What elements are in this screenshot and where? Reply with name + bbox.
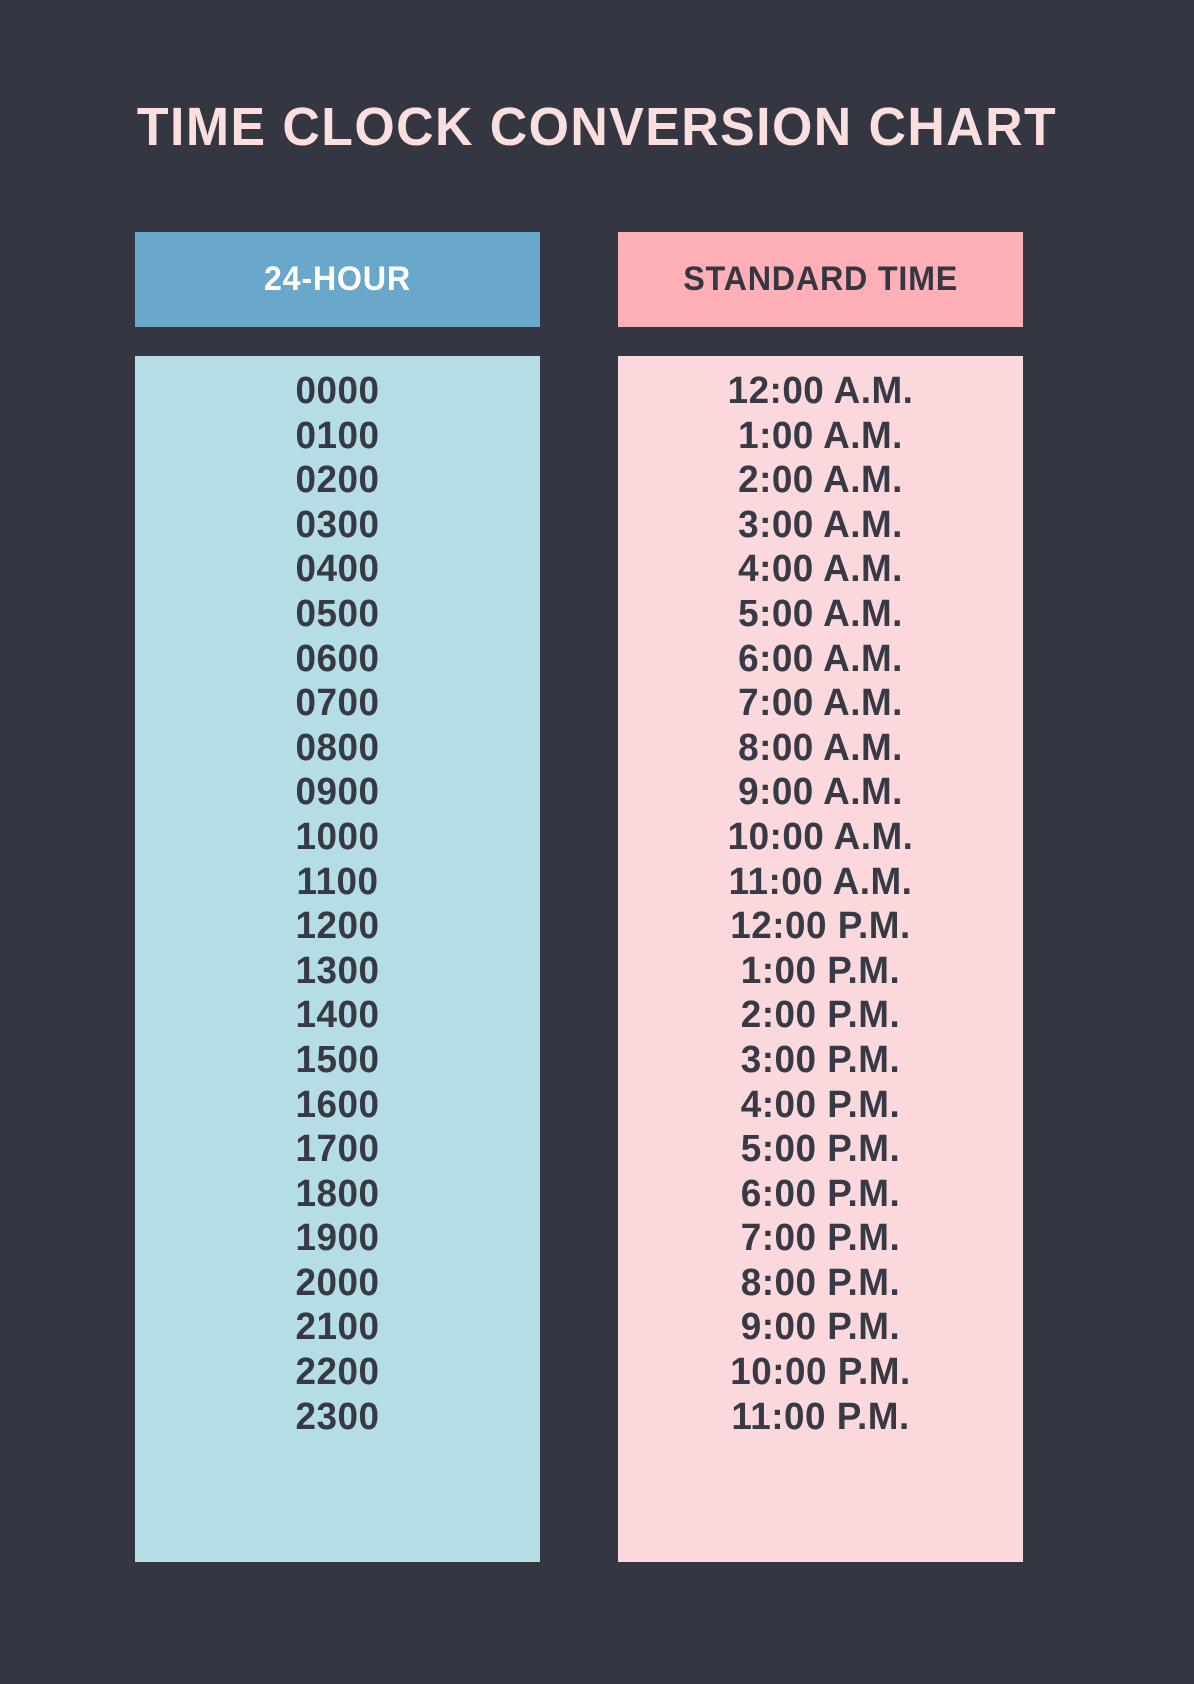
cell-standard-time: 5:00 P.M.: [740, 1128, 901, 1171]
cell-standard-time: 3:00 A.M.: [738, 503, 903, 546]
cell-24-hour: 0500: [295, 592, 380, 635]
cell-standard-time: 1:00 A.M.: [738, 414, 903, 457]
column-header-label-standard-time: STANDARD TIME: [683, 260, 958, 298]
cell-standard-time: 5:00 A.M.: [738, 592, 903, 635]
cell-standard-time: 4:00 P.M.: [740, 1083, 901, 1126]
cell-24-hour: 0900: [295, 771, 380, 814]
cell-24-hour: 0100: [295, 414, 380, 457]
cell-24-hour: 0600: [295, 637, 380, 680]
cell-24-hour: 1800: [295, 1172, 380, 1215]
cell-standard-time: 11:00 A.M.: [728, 860, 913, 903]
cell-standard-time: 8:00 P.M.: [740, 1261, 901, 1304]
page-title: TIME CLOCK CONVERSION CHART: [136, 97, 1058, 157]
cell-24-hour: 1600: [295, 1083, 380, 1126]
cell-standard-time: 9:00 P.M.: [740, 1306, 901, 1349]
cell-24-hour: 1900: [295, 1217, 380, 1260]
cell-24-hour: 1700: [295, 1128, 380, 1171]
cell-24-hour: 1200: [295, 905, 380, 948]
chart-page: TIME CLOCK CONVERSION CHART 24-HOUR 0000…: [0, 0, 1194, 1684]
cell-standard-time: 10:00 A.M.: [727, 815, 914, 858]
cell-24-hour: 1300: [295, 949, 380, 992]
column-header-label-24-hour: 24-HOUR: [263, 260, 412, 298]
cell-standard-time: 2:00 P.M.: [740, 994, 901, 1037]
cell-24-hour: 0400: [295, 548, 380, 591]
cell-24-hour: 2100: [295, 1306, 380, 1349]
cell-standard-time: 10:00 P.M.: [730, 1351, 911, 1394]
conversion-table: 24-HOUR 0000 0100 0200 0300 0400 0500 0600 0700…: [135, 232, 1023, 1562]
cell-24-hour: 0700: [295, 682, 380, 725]
cell-24-hour: 1100: [296, 860, 379, 903]
cell-standard-time: 9:00 A.M.: [738, 771, 903, 814]
cell-standard-time: 12:00 P.M.: [730, 905, 911, 948]
cell-24-hour: 1400: [295, 994, 380, 1037]
cell-24-hour: 0200: [295, 459, 380, 502]
cell-24-hour: 2000: [295, 1261, 380, 1304]
cell-24-hour: 0000: [295, 370, 380, 412]
cell-standard-time: 6:00 A.M.: [738, 637, 903, 680]
column-standard-time: STANDARD TIME 12:00 A.M. 1:00 A.M. 2:00 A.…: [618, 232, 1023, 1562]
column-body-standard-time: 12:00 A.M. 1:00 A.M. 2:00 A.M. 3:00 A.M. 4:0…: [618, 356, 1023, 1562]
cell-standard-time: 8:00 A.M.: [738, 726, 903, 769]
cell-standard-time: 1:00 P.M.: [740, 949, 901, 992]
column-header-standard-time: STANDARD TIME: [618, 232, 1023, 327]
cell-24-hour: 2200: [295, 1351, 380, 1394]
column-body-24-hour: 0000 0100 0200 0300 0400 0500 0600 0700 0800 0900…: [135, 356, 540, 1562]
column-header-24-hour: 24-HOUR: [135, 232, 540, 327]
cell-24-hour: 0800: [295, 726, 380, 769]
column-24-hour: 24-HOUR 0000 0100 0200 0300 0400 0500 0600 0700…: [135, 232, 540, 1562]
cell-24-hour: 1500: [295, 1038, 380, 1081]
cell-standard-time: 7:00 A.M.: [738, 682, 903, 725]
cell-24-hour: 0300: [295, 503, 380, 546]
cell-standard-time: 12:00 A.M.: [727, 370, 914, 412]
cell-24-hour: 1000: [295, 815, 380, 858]
cell-24-hour: 2300: [295, 1395, 380, 1438]
cell-standard-time: 6:00 P.M.: [740, 1172, 901, 1215]
cell-standard-time: 3:00 P.M.: [740, 1038, 901, 1081]
cell-standard-time: 4:00 A.M.: [738, 548, 903, 591]
cell-standard-time: 7:00 P.M.: [740, 1217, 901, 1260]
cell-standard-time: 11:00 P.M.: [731, 1395, 910, 1438]
cell-standard-time: 2:00 A.M.: [738, 459, 903, 502]
